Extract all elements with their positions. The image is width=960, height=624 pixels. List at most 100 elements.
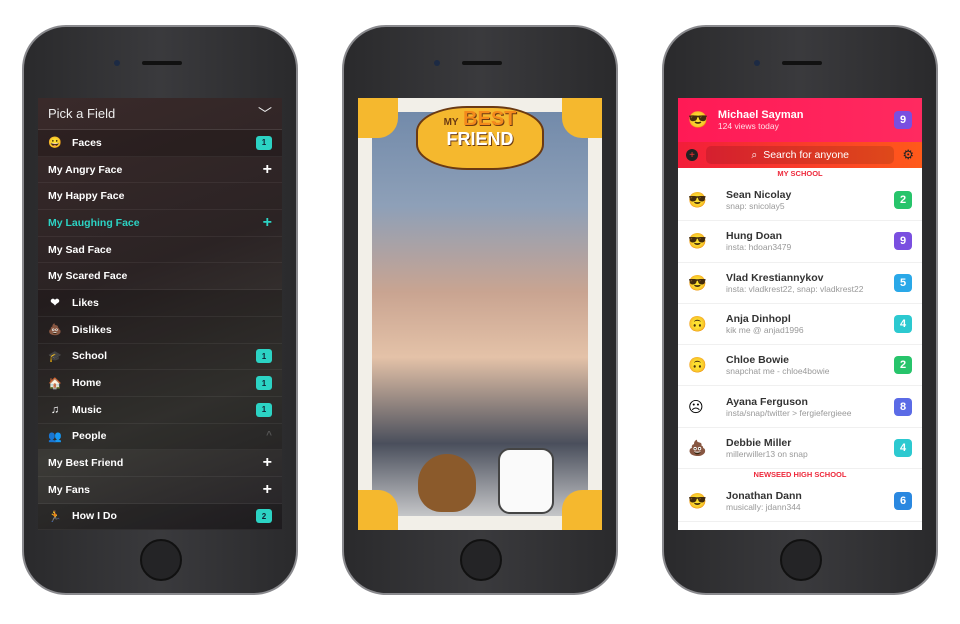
best-friend-sticker[interactable]: MY BEST FRIEND: [416, 106, 544, 170]
search-icon: ⌕: [751, 148, 758, 161]
field-row[interactable]: 💩 Dislikes: [38, 316, 282, 344]
person-name: Chloe Bowie: [726, 354, 790, 367]
search-bar: + ⌕ Search for anyone ⚙: [678, 142, 922, 168]
person-row[interactable]: 🙃 Anja Dinhopl kik me @ anjad1996 4: [678, 304, 922, 346]
field-icon: 👥: [48, 430, 62, 443]
emoji-avatar: 😎: [688, 274, 707, 292]
score-badge: 5: [894, 273, 912, 292]
emoji-avatar: 🙃: [688, 316, 707, 334]
field-icon: ❤: [50, 297, 60, 310]
frame-corner: [562, 98, 602, 138]
speaker: [142, 61, 182, 65]
person-handle: kik me @ anjad1996: [726, 325, 804, 336]
person-handle: millerwiller13 on snap: [726, 448, 808, 459]
count-badge: 1: [256, 135, 272, 150]
person-row[interactable]: 💩 Debbie Miller millerwiller13 on snap 4: [678, 428, 922, 470]
field-row[interactable]: 🏠 Home 1: [38, 370, 282, 397]
person-handle: snap: snicolay5: [726, 201, 785, 212]
add-icon[interactable]: +: [263, 214, 272, 231]
section-header: MY SCHOOL: [777, 169, 823, 178]
person-handle: snapchat me - chloe4bowie: [726, 366, 830, 377]
person-handle: insta: hdoan3479: [726, 242, 792, 253]
field-icon: 🏃: [48, 510, 62, 523]
user-name: Michael Sayman: [717, 109, 804, 121]
field-picker-header: Pick a Field ﹀: [38, 98, 282, 130]
poop-sticker[interactable]: [418, 454, 476, 512]
profile-header[interactable]: 😎 Michael Sayman 124 views today 9: [678, 98, 922, 142]
add-icon[interactable]: +: [263, 481, 272, 498]
score-badge: 9: [894, 232, 912, 251]
field-label: Likes: [72, 296, 99, 309]
chevron-up-icon[interactable]: ^: [266, 431, 272, 441]
frame-corner: [358, 490, 398, 530]
emoji-avatar: ☹: [688, 398, 704, 416]
field-label: School: [72, 350, 108, 363]
field-row[interactable]: My Laughing Face +: [38, 210, 282, 237]
person-row[interactable]: 😎 Jonathan Dann musically: jdann344 6: [678, 481, 922, 523]
field-row[interactable]: My Scared Face: [38, 263, 282, 291]
field-label: My Fans: [48, 483, 91, 496]
field-row[interactable]: My Angry Face +: [38, 157, 282, 184]
field-icon: ♫: [50, 403, 60, 416]
field-label: My Happy Face: [48, 190, 125, 203]
score-badge: 2: [894, 191, 912, 210]
person-row[interactable]: 😎 Sean Nicolay snap: snicolay5 2: [678, 180, 922, 222]
home-button[interactable]: [780, 539, 822, 581]
field-row[interactable]: 😀 Faces 1: [38, 130, 282, 157]
person-row[interactable]: 😎 Vlad Krestiannykov insta: vladkrest22, …: [678, 263, 922, 304]
person-row[interactable]: 😎 Hung Doan insta: hdoan3479 9: [678, 221, 922, 263]
field-icon: 🎓: [48, 350, 62, 363]
add-icon[interactable]: +: [686, 149, 698, 161]
person-handle: insta/snap/twitter > fergiefergieee: [726, 407, 852, 418]
home-button[interactable]: [140, 539, 182, 581]
field-row[interactable]: My Sad Face: [38, 237, 282, 264]
score-badge: 9: [894, 111, 912, 129]
field-row[interactable]: ❤ Likes: [38, 290, 282, 317]
field-row[interactable]: My Best Friend +: [38, 450, 282, 477]
field-row[interactable]: My Fans +: [38, 477, 282, 504]
search-input[interactable]: ⌕ Search for anyone: [706, 146, 895, 164]
toilet-paper-sticker[interactable]: [498, 448, 554, 514]
count-badge: 2: [256, 509, 272, 524]
views-count: 124 views today: [717, 121, 779, 131]
chevron-down-icon[interactable]: ﹀: [258, 104, 272, 124]
front-camera: [434, 60, 440, 66]
person-name: Debbie Miller: [726, 436, 792, 449]
emoji-avatar: 😎: [688, 493, 707, 511]
score-badge: 2: [894, 356, 912, 375]
person-handle: insta: vladkrest22, snap: vladkrest22: [726, 283, 864, 294]
frame-corner: [358, 98, 398, 138]
gear-icon[interactable]: ⚙: [902, 147, 914, 163]
field-label: Music: [72, 403, 102, 416]
emoji-avatar: 💩: [688, 439, 707, 457]
score-badge: 4: [894, 315, 912, 334]
person-name: Vlad Krestiannykov: [726, 271, 824, 284]
person-name: Ayana Ferguson: [726, 395, 808, 408]
score-badge: 6: [894, 492, 912, 511]
score-badge: 4: [894, 438, 912, 457]
field-row[interactable]: ♫ Music 1: [38, 396, 282, 424]
field-row[interactable]: 🏃 How I Do 2: [38, 503, 282, 530]
field-label: People: [72, 430, 107, 443]
field-row[interactable]: My Happy Face: [38, 183, 282, 211]
field-label: My Scared Face: [48, 270, 128, 283]
person-row[interactable]: 🙃 Chloe Bowie snapchat me - chloe4bowie 2: [678, 345, 922, 387]
field-label: My Laughing Face: [48, 216, 140, 229]
home-button[interactable]: [460, 539, 502, 581]
person-name: Anja Dinhopl: [726, 313, 791, 326]
person-name: Sean Nicolay: [726, 189, 792, 202]
emoji-avatar: 🙃: [688, 357, 707, 375]
phone-field-picker: Pick a Field ﹀ 😀 Faces 1 My Angry Face + My H…: [22, 25, 298, 595]
field-row[interactable]: 🎓 School 1: [38, 343, 282, 371]
field-icon: 💩: [48, 324, 62, 337]
person-handle: musically: jdann344: [726, 502, 801, 513]
person-row[interactable]: ☹ Ayana Ferguson insta/snap/twitter > fer…: [678, 386, 922, 428]
emoji-avatar: 😎: [688, 233, 707, 251]
add-icon[interactable]: +: [263, 161, 272, 178]
phone-camera: MY BEST FRIEND: [342, 25, 618, 595]
score-badge: 8: [894, 397, 912, 416]
add-icon[interactable]: +: [263, 455, 272, 471]
speaker: [462, 61, 502, 65]
field-row[interactable]: 👥 People ^: [38, 423, 282, 451]
count-badge: 1: [256, 349, 272, 364]
